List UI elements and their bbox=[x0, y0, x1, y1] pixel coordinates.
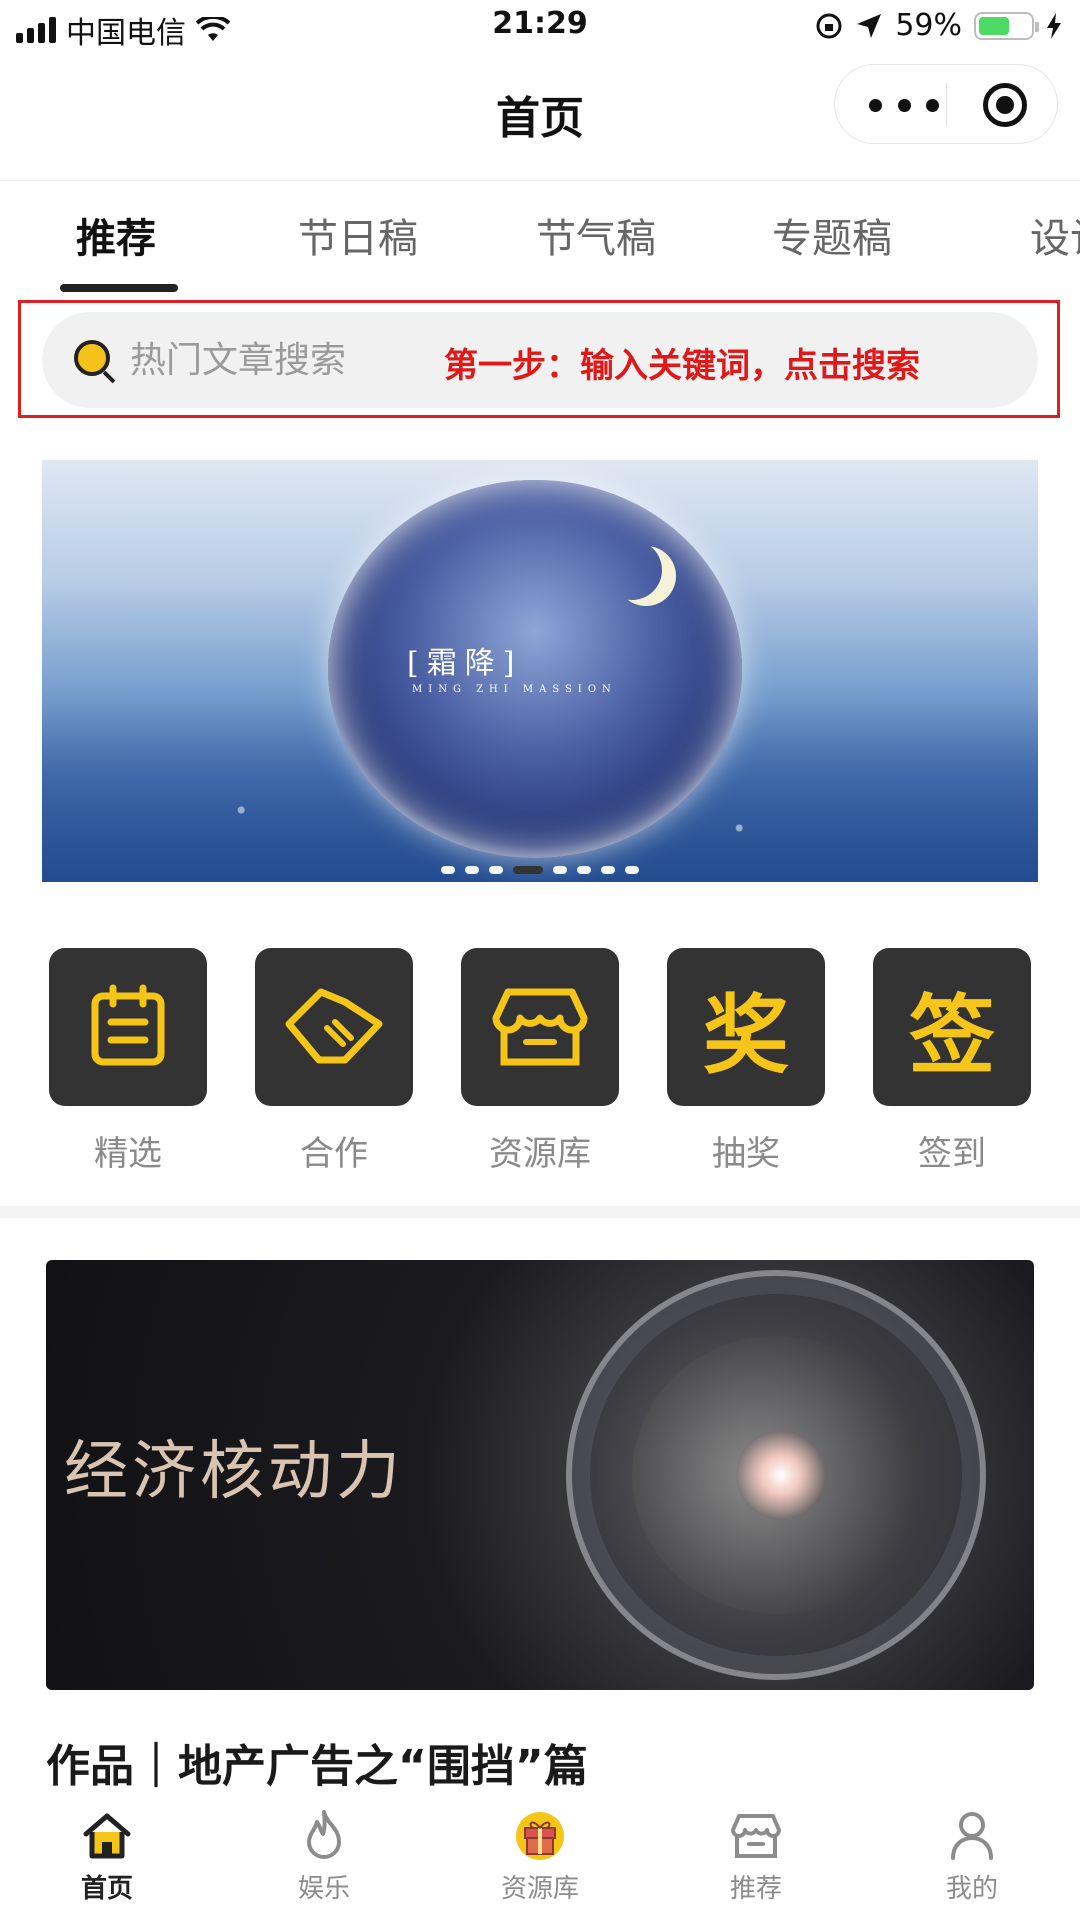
moon-icon bbox=[602, 540, 662, 600]
cover-headline: 经济核动力 bbox=[64, 1435, 404, 1509]
capsule-divider bbox=[946, 83, 947, 127]
calendar-icon bbox=[49, 948, 207, 1106]
tabbar-label: 首页 bbox=[80, 1874, 133, 1904]
carousel-dot[interactable] bbox=[625, 866, 639, 874]
category-tabs: 推荐 节日稿 节气稿 专题稿 设计 bbox=[0, 182, 1080, 292]
menu-checkin[interactable]: 签 签到 bbox=[873, 948, 1031, 1175]
store-icon bbox=[461, 948, 619, 1106]
article-cover-image[interactable]: 经济核动力 bbox=[46, 1260, 1034, 1690]
menu-featured[interactable]: 精选 bbox=[49, 948, 207, 1175]
menu-cooperation[interactable]: 合作 bbox=[255, 948, 413, 1175]
tab-holiday[interactable]: 节日稿 bbox=[298, 206, 418, 264]
tab-solar-term[interactable]: 节气稿 bbox=[536, 206, 656, 264]
tabbar-label: 娱乐 bbox=[297, 1874, 350, 1904]
quick-menu: 精选 合作 资源库 奖 抽奖 签 签到 bbox=[0, 948, 1080, 1188]
tab-recommend[interactable]: 推荐 bbox=[76, 206, 156, 264]
battery-percent: 59% bbox=[895, 8, 962, 43]
search-icon[interactable] bbox=[74, 340, 110, 376]
location-icon bbox=[857, 13, 882, 38]
tabbar-me[interactable]: 我的 bbox=[912, 1808, 1032, 1905]
battery-level bbox=[979, 16, 1009, 35]
tabbar-label: 资源库 bbox=[500, 1874, 579, 1904]
user-icon bbox=[951, 1812, 993, 1860]
carousel-indicator bbox=[42, 866, 1038, 874]
status-bar: 中国电信 21:29 59% bbox=[0, 0, 1080, 54]
menu-label: 合作 bbox=[300, 1134, 368, 1174]
gift-icon bbox=[516, 1812, 564, 1860]
menu-label: 资源库 bbox=[489, 1134, 591, 1174]
menu-label: 抽奖 bbox=[712, 1134, 780, 1174]
tabbar-recommend[interactable]: 推荐 bbox=[696, 1808, 816, 1905]
tabbar-label: 我的 bbox=[945, 1874, 998, 1904]
menu-lottery[interactable]: 奖 抽奖 bbox=[667, 948, 825, 1175]
home-icon bbox=[83, 1813, 131, 1859]
nav-bar: 首页 bbox=[0, 54, 1080, 181]
search-instruction: 第一步：输入关键词，点击搜索 bbox=[444, 346, 920, 386]
lottery-icon: 奖 bbox=[667, 948, 825, 1106]
rotation-lock-icon bbox=[816, 13, 842, 38]
search-input[interactable] bbox=[130, 336, 430, 384]
handshake-icon bbox=[255, 948, 413, 1106]
carousel-dot[interactable] bbox=[513, 866, 543, 874]
banner-title: [霜降] bbox=[407, 646, 523, 681]
menu-label: 精选 bbox=[94, 1134, 162, 1174]
status-right: 59% bbox=[815, 8, 1062, 43]
carousel-dot[interactable] bbox=[441, 866, 455, 874]
tab-design[interactable]: 设计 bbox=[1030, 206, 1080, 264]
tabbar-label: 推荐 bbox=[729, 1874, 782, 1904]
section-divider bbox=[0, 1206, 1080, 1218]
menu-resources[interactable]: 资源库 bbox=[461, 948, 619, 1175]
carousel-dot[interactable] bbox=[601, 866, 615, 874]
carousel-dot[interactable] bbox=[553, 866, 567, 874]
miniprogram-capsule bbox=[834, 64, 1058, 144]
bottom-tab-bar: 首页 娱乐 资源库 推荐 我的 bbox=[0, 1794, 1080, 1920]
checkin-icon: 签 bbox=[873, 948, 1031, 1106]
carousel-dot[interactable] bbox=[465, 866, 479, 874]
carousel-dot[interactable] bbox=[489, 866, 503, 874]
tab-topic[interactable]: 专题稿 bbox=[772, 206, 892, 264]
active-tab-indicator bbox=[60, 284, 178, 292]
tabbar-home[interactable]: 首页 bbox=[47, 1808, 167, 1905]
carousel-dot[interactable] bbox=[577, 866, 591, 874]
charging-icon bbox=[1047, 12, 1061, 39]
battery-icon bbox=[974, 11, 1039, 40]
article-title[interactable]: 作品｜地产广告之“围挡”篇 bbox=[46, 1730, 588, 1794]
tabbar-resources[interactable]: 资源库 bbox=[480, 1808, 600, 1905]
store-icon bbox=[731, 1814, 781, 1858]
banner-crystal-ball bbox=[328, 480, 742, 858]
menu-label: 签到 bbox=[918, 1134, 986, 1174]
banner-carousel[interactable]: [霜降] MING ZHI MASSION bbox=[42, 460, 1038, 882]
tabbar-entertainment[interactable]: 娱乐 bbox=[264, 1808, 384, 1905]
banner-subtitle: MING ZHI MASSION bbox=[412, 684, 617, 695]
close-miniprogram-icon[interactable] bbox=[983, 83, 1027, 127]
flame-icon bbox=[307, 1810, 341, 1859]
more-icon[interactable] bbox=[869, 90, 939, 120]
cover-light-core bbox=[736, 1430, 826, 1520]
